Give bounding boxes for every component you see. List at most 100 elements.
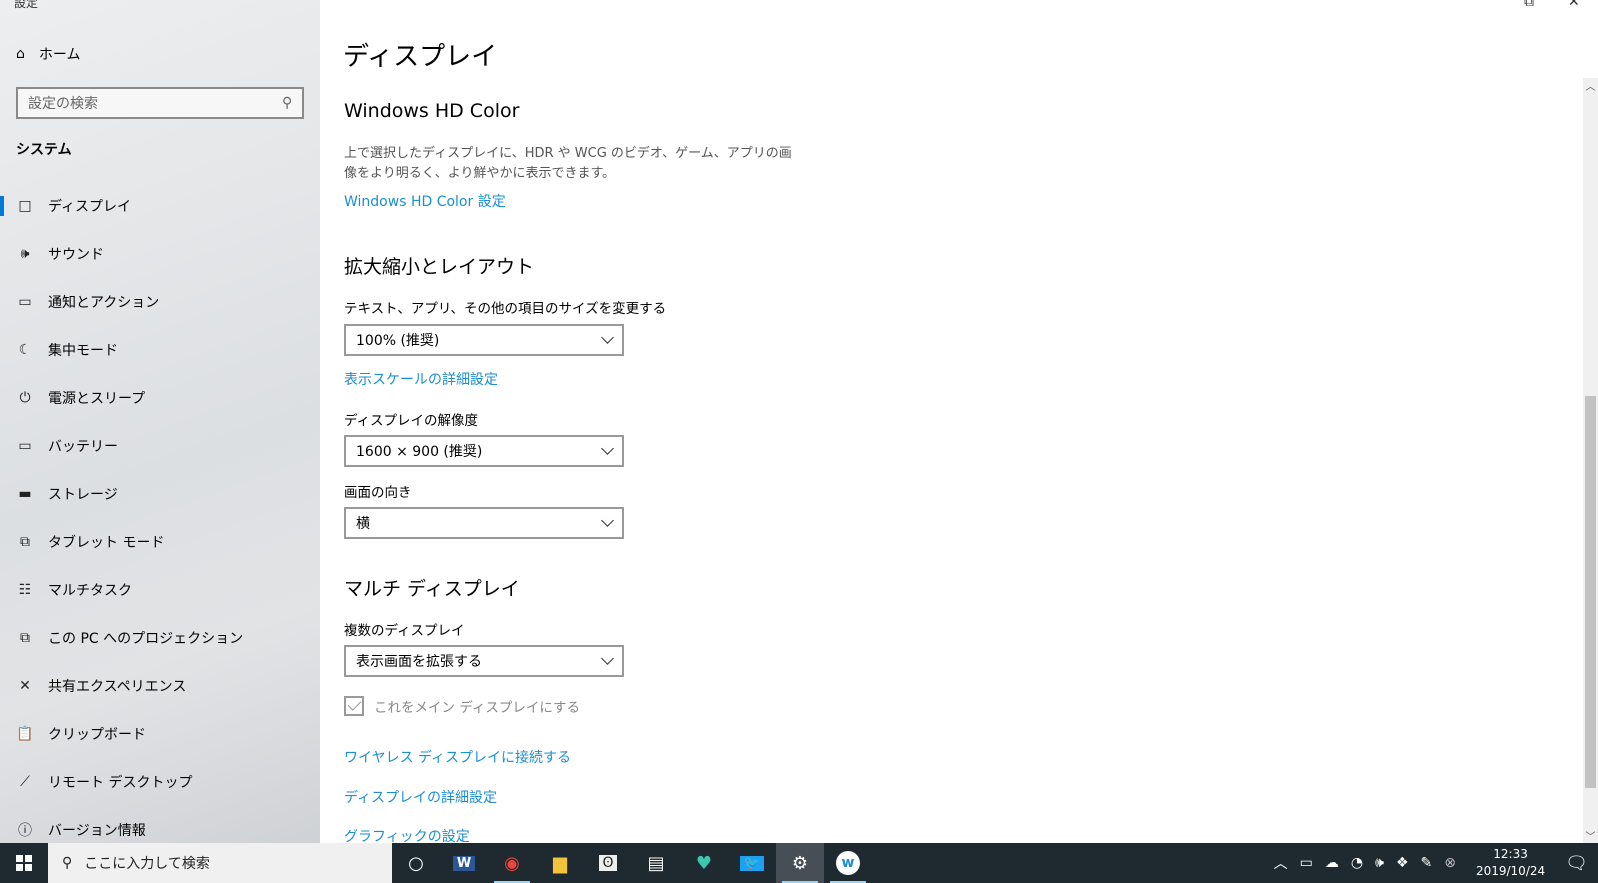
home-label: ホーム <box>38 47 81 63</box>
nav-item-icon: □ <box>18 198 32 214</box>
main-display-label: これをメイン ディスプレイにする <box>374 700 580 716</box>
home-link[interactable]: ⌂ ホーム <box>16 44 80 64</box>
clock[interactable]: 12:33 2019/10/24 <box>1468 846 1553 880</box>
show-hidden-icons-icon[interactable]: ︿ <box>1274 853 1288 873</box>
nav-item-icon: ⧉ <box>20 630 30 646</box>
nav-item-icon: ⟋ <box>20 774 30 790</box>
sidebar: 設定 ⌂ ホーム 設定の検索 ⚲ システム □ ディスプレイ 🕪 サウンド ▭ 通知とアク… <box>0 0 320 843</box>
time: 12:33 <box>1493 847 1528 861</box>
resolution-value: 1600 × 900 (推奨) <box>356 444 483 460</box>
sidebar-item[interactable]: ☾ 集中モード <box>0 326 320 374</box>
sidebar-item[interactable]: □ ディスプレイ <box>0 182 320 230</box>
sidebar-item[interactable]: ⧉ この PC へのプロジェクション <box>0 614 320 662</box>
sidebar-item[interactable]: ⟋ リモート デスクトップ <box>0 758 320 806</box>
size-label: テキスト、アプリ、その他の項目のサイズを変更する <box>344 301 667 317</box>
scroll-up-icon[interactable]: ︿ <box>1583 78 1598 93</box>
resolution-label: ディスプレイの解像度 <box>344 413 479 429</box>
nav-item-icon: ☾ <box>18 342 32 358</box>
restore-icon[interactable]: ⧉ <box>1524 0 1534 10</box>
chrome-icon[interactable]: ◉ <box>488 843 536 883</box>
nav-item-icon: ☷ <box>18 582 32 598</box>
wifi-icon[interactable]: ◔ <box>1351 855 1363 871</box>
nav-item-icon: ✕ <box>19 678 31 694</box>
nav-item-icon: ⏻ <box>19 390 31 406</box>
sidebar-item[interactable]: ☷ マルチタスク <box>0 566 320 614</box>
sidebar-item-label: バッテリー <box>48 439 118 455</box>
sidebar-item-label: サウンド <box>48 247 104 263</box>
home-icon: ⌂ <box>16 46 25 62</box>
sidebar-item[interactable]: ✕ 共有エクスペリエンス <box>0 662 320 710</box>
multi-display-value: 表示画面を拡張する <box>356 654 482 670</box>
sidebar-item-label: ストレージ <box>48 487 118 503</box>
taskbar-search-input[interactable]: ⚲ ここに入力して検索 <box>48 843 392 883</box>
battery-icon[interactable]: ▭ <box>1300 855 1313 871</box>
advanced-scale-link[interactable]: 表示スケールの詳細設定 <box>344 369 498 389</box>
volume-icon[interactable]: 🕪 <box>1375 855 1384 871</box>
sidebar-nav: □ ディスプレイ 🕪 サウンド ▭ 通知とアクション ☾ 集中モード ⏻ 電源とスリープ ▭ バッテリ… <box>0 182 320 854</box>
sidebar-item[interactable]: 📋 クリップボード <box>0 710 320 758</box>
nav-item-icon: ▭ <box>18 294 32 310</box>
chevron-down-icon <box>601 442 614 455</box>
scrollbar[interactable]: ︿ ﹀ <box>1583 78 1598 843</box>
onedrive-icon[interactable]: ☁ <box>1325 855 1339 871</box>
settings-icon[interactable]: ⚙ <box>776 843 824 883</box>
sidebar-item[interactable]: ▭ バッテリー <box>0 422 320 470</box>
main-display-checkbox[interactable]: これをメイン ディスプレイにする <box>344 696 580 716</box>
hdr-settings-link[interactable]: Windows HD Color 設定 <box>344 191 506 211</box>
word-icon[interactable]: W <box>440 843 488 883</box>
sidebar-item-label: マルチタスク <box>48 583 132 599</box>
error-icon[interactable]: ⊗ <box>1444 855 1456 871</box>
hdr-description: 上で選択したディスプレイに、HDR や WCG のビデオ、ゲーム、アプリの画像を… <box>344 146 792 181</box>
search-icon: ⚲ <box>281 95 292 111</box>
twitter-icon[interactable]: 🐦 <box>728 843 776 883</box>
action-center-icon[interactable]: 🗨 <box>1565 853 1588 874</box>
sidebar-item-label: 集中モード <box>48 343 118 359</box>
advanced-display-link[interactable]: ディスプレイの詳細設定 <box>344 787 497 807</box>
sidebar-item[interactable]: ▬ ストレージ <box>0 470 320 518</box>
close-icon[interactable]: ✕ <box>1568 0 1580 10</box>
search-icon: ⚲ <box>62 855 73 871</box>
sidebar-item[interactable]: ▭ 通知とアクション <box>0 278 320 326</box>
sidebar-item-label: 電源とスリープ <box>48 391 146 407</box>
multi-display-heading: マルチ ディスプレイ <box>344 578 520 600</box>
taskbar-search-placeholder: ここに入力して検索 <box>84 856 210 872</box>
heart-app-icon[interactable]: ♥ <box>680 843 728 883</box>
nav-item-icon: ⓘ <box>18 823 32 839</box>
nav-item-icon: 📋 <box>16 726 34 742</box>
resolution-dropdown[interactable]: 1600 × 900 (推奨) <box>344 435 624 467</box>
sidebar-item-label: 共有エクスペリエンス <box>48 679 187 695</box>
date: 2019/10/24 <box>1475 864 1546 878</box>
scale-dropdown[interactable]: 100% (推奨) <box>344 324 624 356</box>
dropbox-icon[interactable]: ❖ <box>1396 855 1409 871</box>
chevron-down-icon <box>601 514 614 527</box>
w-app-icon[interactable]: w <box>824 843 872 883</box>
hdr-heading: Windows HD Color <box>344 100 520 122</box>
wireless-display-link[interactable]: ワイヤレス ディスプレイに接続する <box>344 747 571 767</box>
taskbar: ⚲ ここに入力して検索 ○ W ◉ ▆ ʘ ▤ ♥ 🐦 ⚙ w ︿ ▭ ☁ ◔ … <box>0 843 1598 883</box>
nav-item-icon: ▬ <box>18 486 32 502</box>
multi-display-label: 複数のディスプレイ <box>344 623 465 639</box>
scrollbar-thumb[interactable] <box>1585 396 1596 788</box>
file-explorer-icon[interactable]: ▆ <box>536 843 584 883</box>
cortana-icon[interactable]: ○ <box>392 843 440 883</box>
windows-icon <box>16 855 32 871</box>
start-button[interactable] <box>0 843 48 883</box>
checkbox-icon <box>344 696 364 716</box>
app-title: 設定 <box>14 0 39 10</box>
film-icon[interactable]: ▤ <box>632 843 680 883</box>
multi-display-dropdown[interactable]: 表示画面を拡張する <box>344 645 624 677</box>
sidebar-item-label: 通知とアクション <box>48 295 160 311</box>
section-heading: システム <box>16 142 72 158</box>
orientation-dropdown[interactable]: 横 <box>344 507 624 539</box>
scroll-down-icon[interactable]: ﹀ <box>1583 828 1598 843</box>
orientation-label: 画面の向き <box>344 485 412 501</box>
sidebar-item[interactable]: 🕪 サウンド <box>0 230 320 278</box>
pen-icon[interactable]: ✎ <box>1421 855 1433 871</box>
scale-value: 100% (推奨) <box>356 333 440 349</box>
sidebar-item[interactable]: ⏻ 電源とスリープ <box>0 374 320 422</box>
nav-item-icon: 🕪 <box>20 246 30 262</box>
chevron-down-icon <box>601 331 614 344</box>
app-icon[interactable]: ʘ <box>584 843 632 883</box>
settings-search-input[interactable]: 設定の検索 ⚲ <box>16 87 304 119</box>
sidebar-item[interactable]: ⧉ タブレット モード <box>0 518 320 566</box>
